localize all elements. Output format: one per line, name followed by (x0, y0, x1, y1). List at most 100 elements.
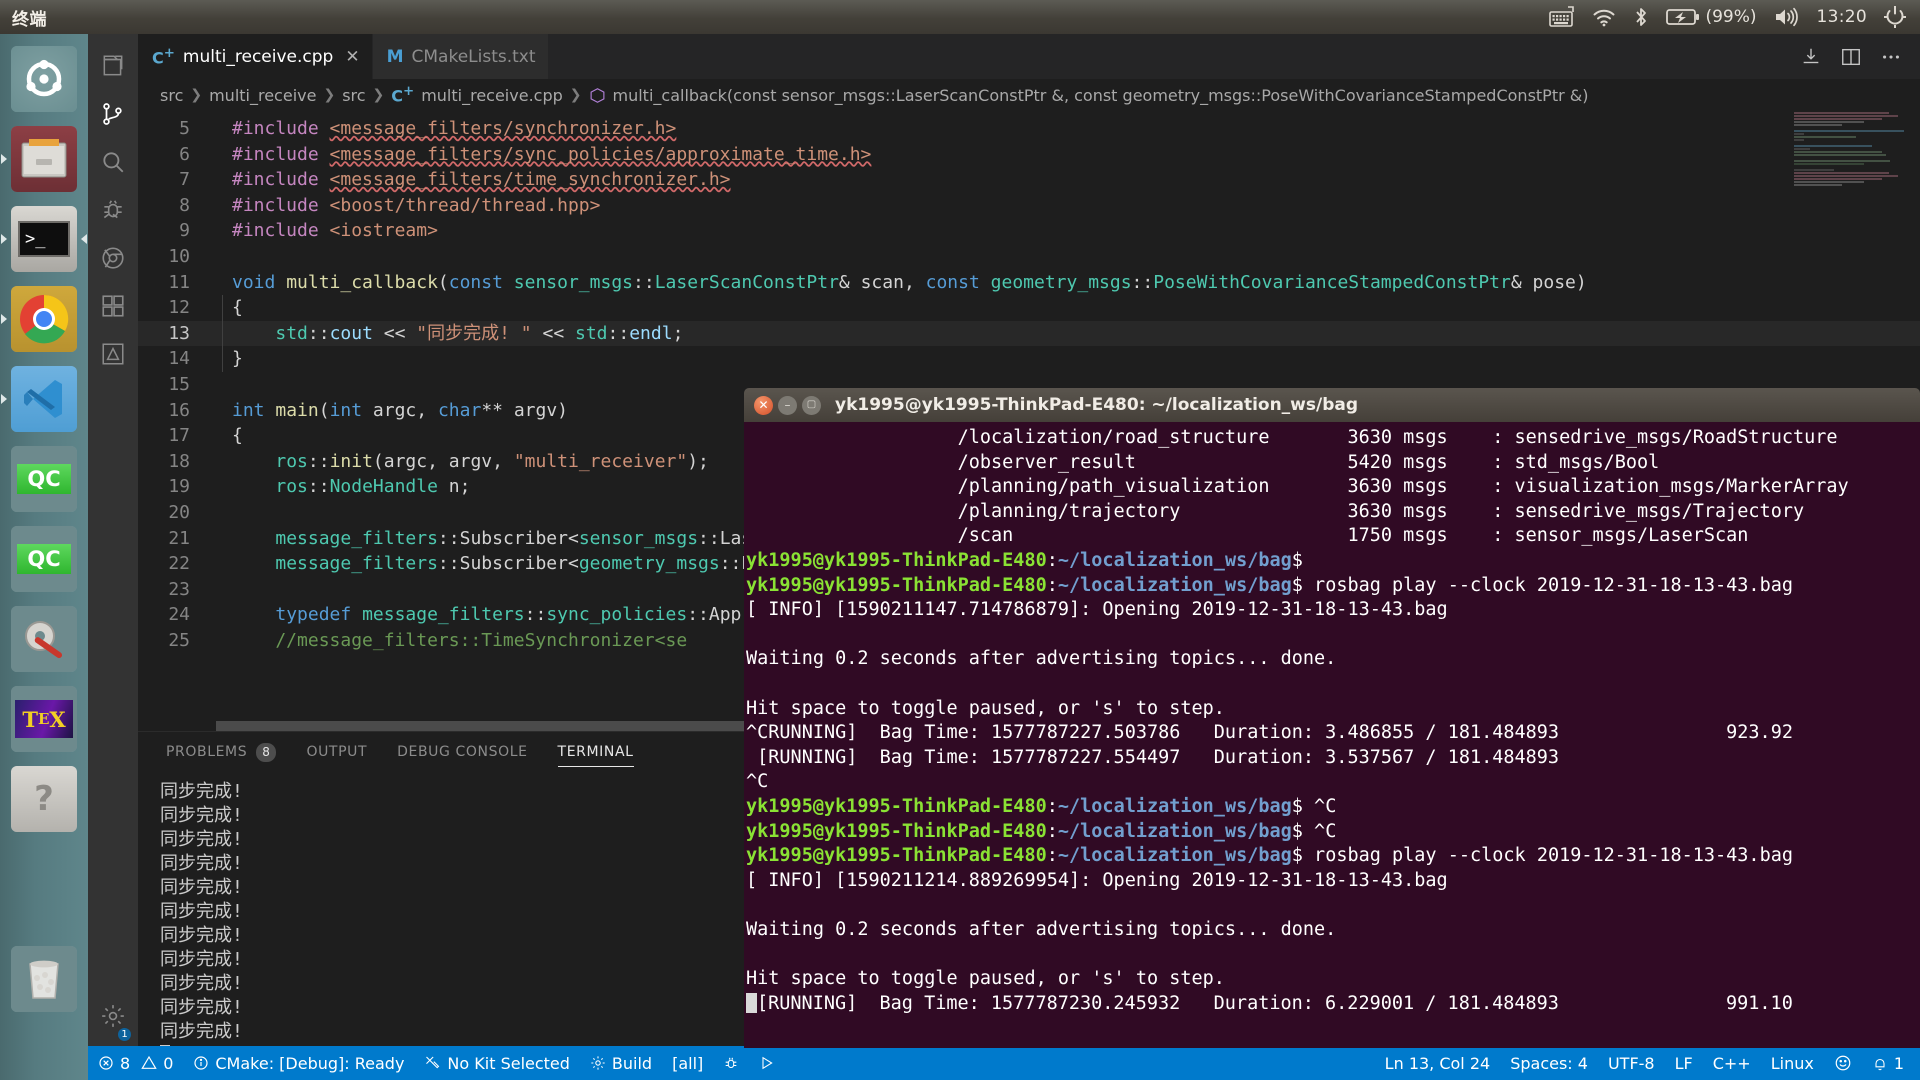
terminal-text: : (1046, 549, 1058, 571)
qtcreator-icon-2[interactable]: QC (11, 526, 77, 592)
line-content[interactable]: ros::NodeHandle n; (216, 474, 470, 500)
run-build-icon[interactable] (1800, 46, 1822, 68)
split-editor-icon[interactable] (1840, 46, 1862, 68)
line-content[interactable]: void multi_callback(const sensor_msgs::L… (216, 270, 1587, 296)
panel-tab-output[interactable]: OUTPUT (306, 732, 367, 772)
volume-icon[interactable] (1774, 7, 1800, 27)
breadcrumb-item-src-2[interactable]: src (342, 86, 365, 105)
settings-icon[interactable] (11, 606, 77, 672)
minimize-button[interactable]: – (778, 395, 797, 415)
chrome-icon[interactable] (11, 286, 77, 352)
line-content[interactable]: #include <iostream> (216, 218, 438, 244)
more-actions-icon[interactable] (1880, 46, 1902, 68)
code-line[interactable]: 12 { (138, 295, 1920, 321)
vscode-icon[interactable] (11, 366, 77, 432)
power-gear-icon[interactable] (1884, 6, 1906, 28)
explorer-icon[interactable] (88, 42, 138, 90)
breadcrumb-item-symbol[interactable]: multi_callback(const sensor_msgs::LaserS… (613, 86, 1589, 105)
breadcrumb-item-src-1[interactable]: src (160, 86, 183, 105)
panel-app-name[interactable]: 终端 (12, 5, 47, 30)
line-content[interactable]: int main(int argc, char** argv) (216, 398, 568, 424)
bluetooth-icon[interactable] (1633, 6, 1649, 28)
status-encoding[interactable]: UTF-8 (1598, 1046, 1665, 1080)
line-content[interactable]: ros::init(argc, argv, "multi_receiver"); (216, 449, 709, 475)
close-button[interactable]: ✕ (754, 395, 773, 415)
line-content[interactable]: { (216, 423, 243, 449)
clock[interactable]: 13:20 (1817, 7, 1868, 27)
status-cursor-position[interactable]: Ln 13, Col 24 (1375, 1046, 1501, 1080)
keyboard-icon[interactable] (1549, 6, 1575, 28)
line-content[interactable] (216, 577, 232, 603)
minimap-line (1794, 115, 1898, 117)
code-line[interactable]: 13 std::cout << "同步完成! " << std::endl; (138, 320, 1920, 347)
terminal-icon[interactable]: >_ (11, 206, 77, 272)
extensions-icon[interactable] (88, 282, 138, 330)
status-kit[interactable]: No Kit Selected (414, 1046, 580, 1080)
code-line[interactable]: 5 #include <message_filters/synchronizer.… (138, 116, 1920, 142)
status-indentation[interactable]: Spaces: 4 (1500, 1046, 1598, 1080)
terminal-body[interactable]: /localization/road_structure 3630 msgs :… (744, 422, 1920, 1048)
status-errors-warnings[interactable]: 8 0 (88, 1046, 183, 1080)
line-content[interactable]: typedef message_filters::sync_policies::… (216, 602, 784, 628)
panel-tab-problems[interactable]: PROBLEMS 8 (166, 732, 277, 772)
status-build-button[interactable]: Build (580, 1046, 662, 1080)
panel-tab-debug-console[interactable]: DEBUG CONSOLE (397, 732, 527, 772)
tab-cmakelists-txt[interactable]: M CMakeLists.txt (372, 34, 549, 79)
source-control-icon[interactable] (88, 90, 138, 138)
code-line[interactable]: 6 #include <message_filters/sync_policies… (138, 142, 1920, 168)
code-line[interactable]: 9 #include <iostream> (138, 218, 1920, 244)
qtcreator-icon-1[interactable]: QC (11, 446, 77, 512)
line-content[interactable]: #include <message_filters/sync_policies/… (216, 142, 871, 168)
status-language-mode[interactable]: C++ (1703, 1046, 1761, 1080)
trash-icon[interactable] (11, 946, 77, 1012)
status-debug-button[interactable] (713, 1046, 749, 1080)
code-line[interactable]: 7 #include <message_filters/time_synchron… (138, 167, 1920, 193)
texmaker-icon[interactable]: TEX (11, 686, 77, 752)
battery-charging-icon[interactable]: (99%) (1666, 7, 1757, 27)
cmake-icon[interactable] (88, 330, 138, 378)
line-content[interactable]: #include <message_filters/time_synchroni… (216, 167, 731, 193)
line-content[interactable]: #include <message_filters/synchronizer.h… (216, 116, 676, 142)
search-icon[interactable] (88, 138, 138, 186)
status-cmake[interactable]: CMake: [Debug]: Ready (183, 1046, 414, 1080)
files-icon[interactable] (11, 126, 77, 192)
line-content[interactable]: { (216, 295, 243, 321)
line-content[interactable] (216, 244, 232, 270)
line-content[interactable]: } (216, 346, 243, 372)
status-build-target[interactable]: [all] (662, 1046, 713, 1080)
code-token: std (575, 322, 608, 344)
status-eol[interactable]: LF (1665, 1046, 1703, 1080)
terminal-text: Hit space to toggle paused, or 's' to st… (746, 697, 1225, 719)
code-line[interactable]: 11 void multi_callback(const sensor_msgs:… (138, 270, 1920, 296)
line-content[interactable]: //message_filters::TimeSynchronizer<se (216, 628, 687, 654)
status-run-button[interactable] (749, 1046, 785, 1080)
maximize-button[interactable]: ▢ (802, 395, 821, 415)
minimap-line (1794, 151, 1882, 153)
line-content[interactable]: std::cout << "同步完成! " << std::endl; (216, 320, 683, 347)
debug-icon[interactable] (88, 186, 138, 234)
gnome-terminal-window[interactable]: ✕ – ▢ yk1995@yk1995-ThinkPad-E480: ~/loc… (744, 388, 1920, 1048)
status-notifications[interactable]: 1 (1862, 1046, 1920, 1080)
line-content[interactable] (216, 500, 232, 526)
breadcrumb-item-multi-receive[interactable]: multi_receive (209, 86, 316, 105)
terminal-titlebar[interactable]: ✕ – ▢ yk1995@yk1995-ThinkPad-E480: ~/loc… (744, 388, 1920, 422)
code-line[interactable]: 8 #include <boost/thread/thread.hpp> (138, 193, 1920, 219)
line-content[interactable] (216, 372, 232, 398)
wifi-icon[interactable] (1592, 7, 1616, 27)
chrome-debug-icon[interactable] (88, 234, 138, 282)
terminal-text: [RUNNING] Bag Time: 1577787227.554497 Du… (746, 746, 1560, 768)
code-line[interactable]: 14} (138, 346, 1920, 372)
help-icon[interactable]: ? (11, 766, 77, 832)
line-content[interactable]: #include <boost/thread/thread.hpp> (216, 193, 600, 219)
close-icon[interactable]: ✕ (345, 47, 359, 67)
ubuntu-dash-icon[interactable] (11, 46, 77, 112)
status-feedback-smiley[interactable] (1824, 1046, 1862, 1080)
terminal-line: Hit space to toggle paused, or 's' to st… (746, 967, 1920, 992)
status-platform[interactable]: Linux (1761, 1046, 1824, 1080)
tab-multi-receive-cpp[interactable]: C+ multi_receive.cpp ✕ (138, 34, 373, 79)
code-line[interactable]: 10 (138, 244, 1920, 270)
breadcrumb-item-file[interactable]: multi_receive.cpp (421, 86, 563, 105)
panel-tab-terminal[interactable]: TERMINAL (557, 732, 634, 772)
terminal-line: Hit space to toggle paused, or 's' to st… (746, 697, 1920, 722)
chevron-right-icon: ❯ (190, 87, 203, 103)
